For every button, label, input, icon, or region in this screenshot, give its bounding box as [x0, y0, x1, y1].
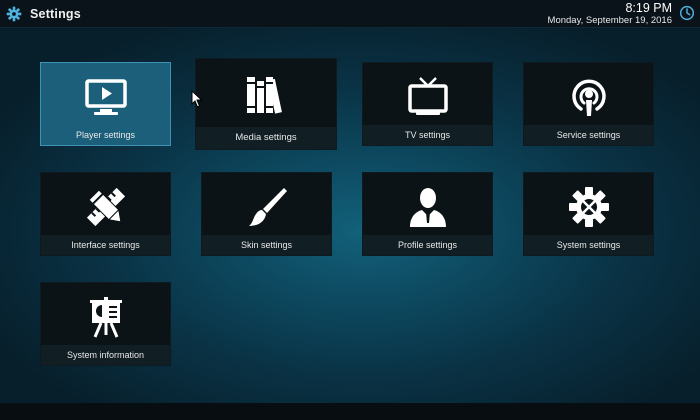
presentation-board-icon	[84, 295, 128, 339]
tile-label: System settings	[524, 235, 653, 255]
tile-system-settings[interactable]: System settings	[523, 172, 654, 256]
clock-date: Monday, September 19, 2016	[547, 15, 672, 26]
gear-tools-icon	[567, 185, 611, 229]
tile-label: TV settings	[363, 125, 492, 145]
mouse-pointer-icon	[191, 89, 203, 108]
tile-label: Player settings	[41, 125, 170, 145]
tile-tv-settings[interactable]: TV settings	[362, 62, 493, 146]
tile-player-settings[interactable]: Player settings	[40, 62, 171, 146]
tile-system-information[interactable]: System information	[40, 282, 171, 366]
tile-label: Service settings	[524, 125, 653, 145]
tile-service-settings[interactable]: Service settings	[523, 62, 654, 146]
tile-label: Skin settings	[202, 235, 331, 255]
tile-skin-settings[interactable]: Skin settings	[201, 172, 332, 256]
clock-time: 8:19 PM	[625, 1, 672, 15]
header-left: Settings	[6, 6, 81, 22]
header-clock: 8:19 PM Monday, September 19, 2016	[548, 2, 672, 27]
pencil-ruler-icon	[84, 185, 128, 229]
page-title: Settings	[30, 7, 81, 21]
tile-profile-settings[interactable]: Profile settings	[362, 172, 493, 256]
user-silhouette-icon	[406, 185, 450, 229]
top-bar: Settings 8:19 PM Monday, September 19, 2…	[0, 0, 700, 28]
bottom-bar	[0, 403, 700, 420]
tile-label: Interface settings	[41, 235, 170, 255]
paintbrush-icon	[245, 185, 289, 229]
tile-label: System information	[41, 345, 170, 365]
tv-antenna-icon	[406, 75, 450, 119]
podcast-icon	[567, 75, 611, 119]
tile-label: Profile settings	[363, 235, 492, 255]
books-icon	[244, 73, 288, 117]
settings-gear-icon	[6, 6, 22, 22]
tile-media-settings[interactable]: Media settings	[195, 58, 337, 150]
clock-icon	[679, 5, 695, 21]
tile-label: Media settings	[196, 127, 336, 149]
tile-interface-settings[interactable]: Interface settings	[40, 172, 171, 256]
monitor-play-icon	[84, 75, 128, 119]
